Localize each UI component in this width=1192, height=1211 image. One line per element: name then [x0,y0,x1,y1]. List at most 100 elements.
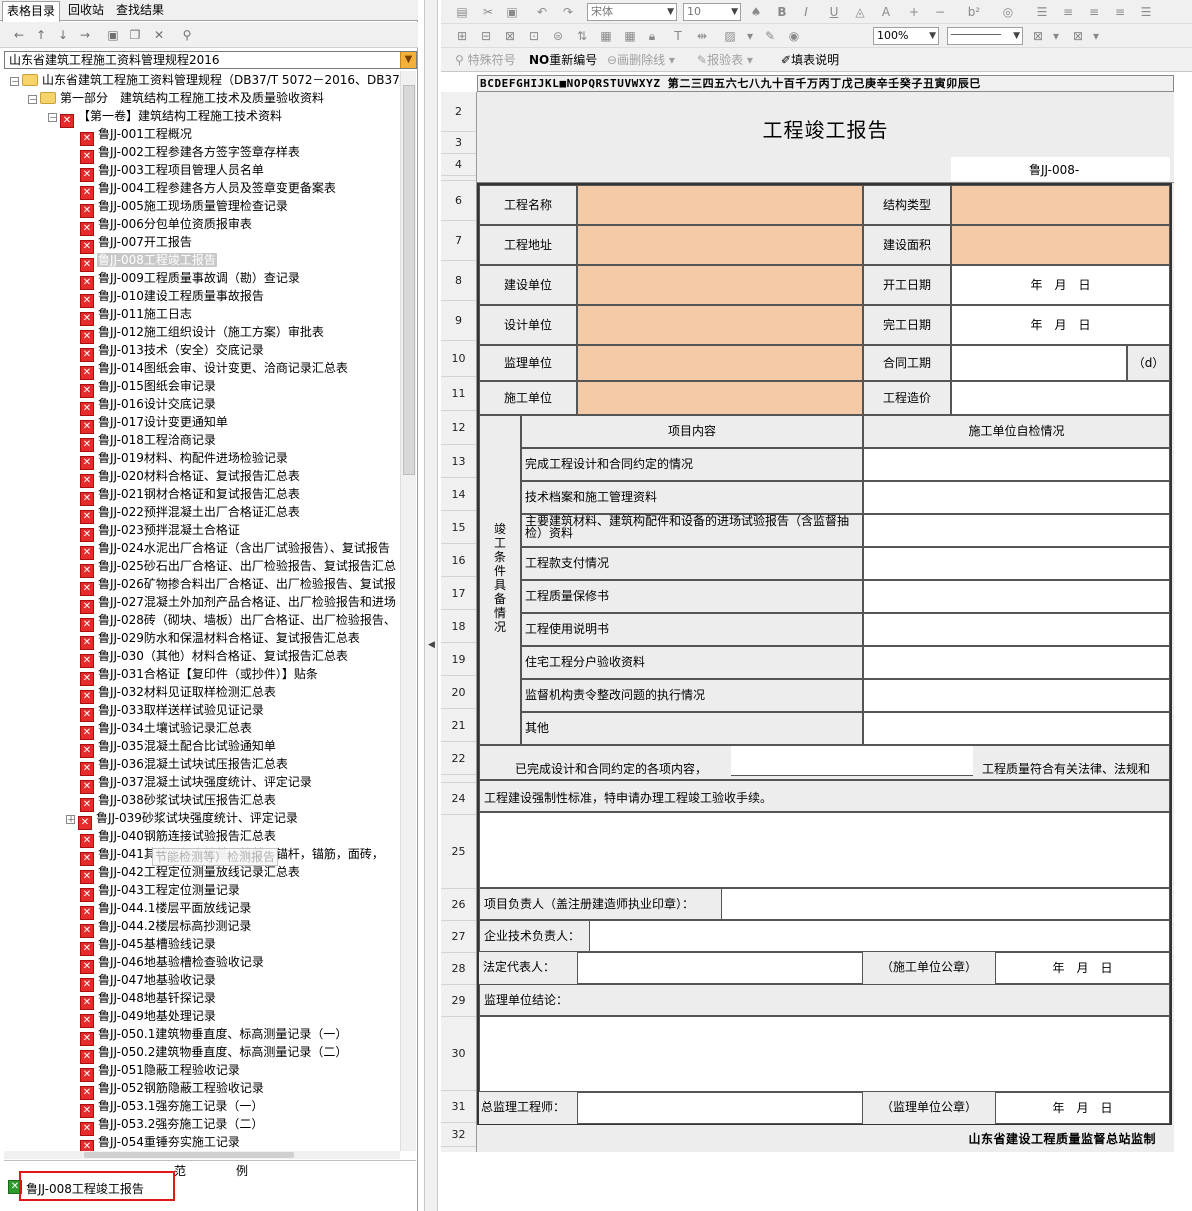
tree-item[interactable]: ✕ 鲁JJ-027混凝土外加剂产品合格证、出厂检验报告和进场 [80,593,397,614]
tree-item[interactable]: ✕ 鲁JJ-021钢材合格证和复试报告汇总表 [80,485,301,506]
move-up-icon[interactable]: ↑ [32,26,50,44]
grid-icon[interactable]: ▦ [621,27,639,45]
bold-icon[interactable]: B [773,3,791,21]
strikethrough-button[interactable]: ⊖画删除线 ▾ [607,52,675,68]
scroll-thumb[interactable] [403,85,415,475]
tree-item[interactable]: ✕ 鲁JJ-001工程概况 [80,125,193,146]
insert-row-icon[interactable]: ⊞ [453,27,471,45]
builder-seal-date[interactable]: 年 月 日 [995,952,1170,984]
row-number[interactable]: 22 [441,742,476,775]
format-painter-icon[interactable]: ♠ [747,3,765,21]
underline-icon[interactable]: U [825,3,843,21]
merge-icon[interactable]: ⊠ [501,27,519,45]
row-number[interactable]: 2 [441,92,476,132]
line-style-select[interactable]: ▼ [947,27,1023,45]
tab-search-results[interactable]: 查找结果 [112,1,168,21]
tree-item[interactable]: ✕ 鲁JJ-052钢筋隐蔽工程验收记录 [80,1079,265,1100]
tree-item[interactable]: ✕ 鲁JJ-032材料见证取样检测汇总表 [80,683,277,704]
field-input[interactable] [577,225,863,265]
row-number[interactable]: 10 [441,341,476,377]
tree-item[interactable]: ✕ 鲁JJ-013技术（安全）交底记录 [80,341,265,362]
row-number[interactable]: 21 [441,709,476,742]
tree-item[interactable]: ✕ 鲁JJ-014图纸会审、设计变更、洽商记录汇总表 [80,359,349,380]
tree-item[interactable]: ✕ 鲁JJ-049地基处理记录 [80,1007,217,1028]
tree-item[interactable]: ✕ 鲁JJ-025砂石出厂合格证、出厂检验报告、复试报告汇总 [80,557,397,578]
row-number[interactable]: 30 [441,1017,476,1091]
column-header[interactable]: BCDEFGHIJKL■NOPQRSTUVWXYZ 第二三四五六七八九十百千万丙… [477,75,1174,92]
tree-item[interactable]: ✕ 鲁JJ-031合格证【复印件（或抄件）】贴条 [80,665,319,686]
tree-item[interactable]: ✕ 鲁JJ-050.1建筑物垂直度、标高测量记录（一） [80,1025,348,1046]
expand-icon[interactable]: ＋ [66,815,75,824]
tree-item[interactable]: ✕ 鲁JJ-053.2强夯施工记录（二） [80,1115,264,1136]
chevron-down-icon[interactable]: ▾ [1087,27,1105,45]
delete-icon[interactable]: ✕ [150,26,168,44]
row-number[interactable]: 9 [441,301,476,341]
filter-icon[interactable]: ⚲ [178,26,196,44]
tree-item[interactable]: ✕ 鲁JJ-044.1楼层平面放线记录 [80,899,252,920]
wrap-icon[interactable]: ⊜ [549,27,567,45]
copy-table-icon[interactable]: ❐ [126,26,144,44]
move-right-icon[interactable]: → [76,26,94,44]
tree-item[interactable]: ✕ 鲁JJ-006分包单位资质报审表 [80,215,253,236]
tree-item[interactable]: ✕ 鲁JJ-012施工组织设计（施工方案）审批表 [80,323,325,344]
tree-item[interactable]: ✕ 鲁JJ-015图纸会审记录 [80,377,217,398]
seal-icon[interactable]: ◉ [785,27,803,45]
regulation-select[interactable]: 山东省建筑工程施工资料管理规程2016 ▼ [4,51,417,69]
sign-icon[interactable]: ✎ [761,27,779,45]
row-number[interactable]: 26 [441,889,476,921]
tree-item[interactable]: ✕ 鲁JJ-047地基验收记录 [80,971,217,992]
border-icon[interactable]: ⊠ [1029,27,1047,45]
new-table-icon[interactable]: ▣ [104,26,122,44]
scroll-thumb[interactable] [84,1152,294,1158]
zoom-select[interactable]: 100% ▼ [873,27,939,45]
checklist-status-input[interactable] [863,547,1170,580]
conclusion-input[interactable] [731,746,973,776]
tree-item[interactable]: ✕ 鲁JJ-005施工现场质量管理检查记录 [80,197,289,218]
renumber-button[interactable]: NO重新编号 [529,52,597,68]
field-input[interactable] [951,185,1170,225]
checklist-status-input[interactable] [863,481,1170,514]
sort-icon[interactable]: ⇅ [573,27,591,45]
field-input[interactable] [577,185,863,225]
italic-icon[interactable]: I [797,3,815,21]
tree-item[interactable]: ✕ 鲁JJ-002工程参建各方签字签章存样表 [80,143,301,164]
row-number[interactable]: 18 [441,610,476,643]
checklist-status-input[interactable] [863,613,1170,646]
tree-folder[interactable]: － 第一部分 建筑结构工程施工技术及质量验收资料 [28,89,325,107]
field-input[interactable] [577,265,863,305]
tree-item[interactable]: ✕ 鲁JJ-054重锤夯实施工记录 [80,1133,241,1151]
tech-head-input[interactable] [589,920,1170,952]
chevron-left-icon[interactable]: ◀ [428,640,435,650]
undo-icon[interactable]: ↶ [533,3,551,21]
table-icon[interactable]: ▦ [597,27,615,45]
row-number[interactable]: 29 [441,985,476,1017]
tree-item[interactable]: ✕ 鲁JJ-043工程定位测量记录 [80,881,241,902]
tree-item[interactable]: ✕ 鲁JJ-026矿物掺合料出厂合格证、出厂检验报告、复试报 [80,575,397,596]
tree-item[interactable]: ✕ 鲁JJ-051隐蔽工程验收记录 [80,1061,241,1082]
row-number[interactable]: 11 [441,377,476,411]
field-input[interactable] [577,381,863,415]
cut-icon[interactable]: ✂ [479,3,497,21]
row-number[interactable]: 17 [441,577,476,610]
move-down-icon[interactable]: ↓ [54,26,72,44]
row-number[interactable]: 4 [441,154,476,176]
tree-item[interactable]: ✕ 鲁JJ-037混凝土试块强度统计、评定记录 [80,773,313,794]
checklist-status-input[interactable] [863,679,1170,712]
row-number[interactable]: 12 [441,411,476,445]
text-icon[interactable]: T [669,27,687,45]
collapse-icon[interactable]: － [10,77,19,86]
save-icon[interactable]: ▤ [453,3,471,21]
row-number[interactable]: 8 [441,261,476,301]
row-number[interactable]: 28 [441,953,476,985]
tree-item[interactable]: ✕ 鲁JJ-034土壤试验记录汇总表 [80,719,253,740]
tree-item[interactable]: ✕ 鲁JJ-016设计交底记录 [80,395,217,416]
tree-item[interactable]: ✕ 鲁JJ-036混凝土试块试压报告汇总表 [80,755,289,776]
tree-item[interactable]: ✕ 鲁JJ-003工程项目管理人员名单 [80,161,265,182]
tree-item[interactable]: ✕ 鲁JJ-038砂浆试块试压报告汇总表 [80,791,277,812]
tree-item[interactable]: ✕ 鲁JJ-028砖（砌块、墙板）出厂合格证、出厂检验报告、 [80,611,397,632]
tree-item[interactable]: ✕ 鲁JJ-010建设工程质量事故报告 [80,287,265,308]
row-number[interactable]: 27 [441,921,476,953]
tree-item[interactable]: ✕ 鲁JJ-050.2建筑物垂直度、标高测量记录（二） [80,1043,348,1064]
align-left-icon[interactable]: ≡ [1059,3,1077,21]
tree-item[interactable]: ✕ 鲁JJ-045基槽验线记录 [80,935,217,956]
